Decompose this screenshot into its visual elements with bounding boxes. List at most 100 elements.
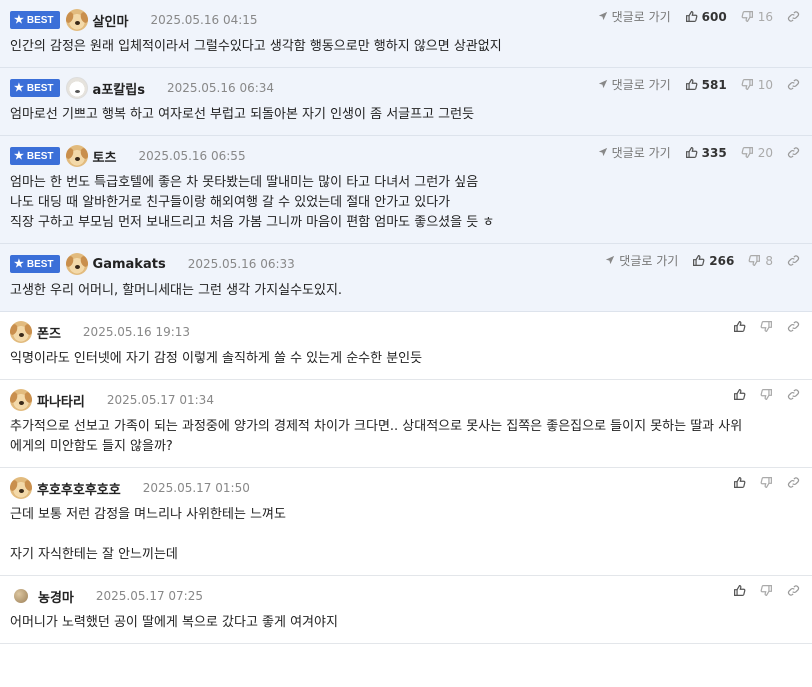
comment-text-line: 자기 자식한테는 잘 안느끼는데 (10, 547, 178, 562)
downvote-button[interactable]: 10 (741, 78, 773, 92)
upvote-button[interactable] (733, 388, 746, 401)
downvote-button[interactable]: 8 (748, 254, 773, 268)
comment-text-line: 익명이라도 인터넷에 자기 감정 이렇게 솔직하게 쓸 수 있는게 순수한 분인… (10, 351, 423, 366)
best-badge-label: BEST (26, 150, 54, 162)
comment-text-line: 추가적으로 선보고 가족이 되는 과정중에 양가의 경제적 차이가 크다면.. … (10, 419, 743, 434)
avatar[interactable] (10, 389, 32, 411)
comment-body: 엄마는 한 번도 특급호텔에 좋은 차 못타봤는데 딸내미는 많이 타고 다녀서… (10, 173, 802, 233)
thumbs-down-icon (760, 320, 773, 333)
best-badge: ★ BEST (10, 147, 60, 165)
comment-timestamp: 2025.05.16 06:33 (187, 257, 295, 271)
thumbs-up-icon (685, 146, 698, 159)
comment-body: 인간의 감정은 원래 입체적이라서 그럴수있다고 생각함 행동으로만 행하지 않… (10, 37, 802, 57)
comment-text-line (10, 525, 802, 545)
upvote-count: 600 (701, 9, 727, 24)
comment-timestamp: 2025.05.16 04:15 (150, 13, 258, 27)
comment-actions: 댓글로 가기 335 20 (598, 144, 800, 161)
upvote-button[interactable] (733, 584, 746, 597)
author-nickname[interactable]: 파나타리 (37, 391, 85, 410)
avatar[interactable] (65, 77, 88, 99)
avatar[interactable] (10, 321, 32, 343)
author-nickname[interactable]: 살인마 (93, 11, 129, 30)
go-to-reply-label: 댓글로 가기 (611, 78, 671, 92)
comment-body: 추가적으로 선보고 가족이 되는 과정중에 양가의 경제적 차이가 크다면.. … (10, 417, 802, 457)
avatar[interactable] (10, 477, 32, 499)
comment-text-line: 나도 대딩 때 알바한거로 친구들이랑 해외여행 갈 수 있었는데 절대 안가고… (10, 195, 451, 210)
comment-text-line: 고생한 우리 어머니, 할머니세대는 그런 생각 가지실수도있지. (10, 283, 343, 298)
comment-body: 고생한 우리 어머니, 할머니세대는 그런 생각 가지실수도있지. (10, 281, 802, 301)
best-badge: ★ BEST (10, 11, 60, 29)
comment-actions (733, 320, 800, 333)
downvote-button[interactable]: 16 (741, 10, 773, 24)
comment-header: 후호후호후호호 2025.05.17 01:50 (10, 477, 802, 499)
avatar[interactable] (65, 145, 88, 167)
comment-actions (733, 584, 800, 597)
avatar-nose (19, 401, 24, 405)
link-icon[interactable] (787, 320, 800, 333)
downvote-button[interactable] (760, 476, 773, 489)
avatar-nose (19, 333, 24, 337)
downvote-count: 16 (757, 9, 773, 24)
thumbs-down-icon (760, 388, 773, 401)
downvote-count: 20 (757, 145, 773, 160)
downvote-button[interactable] (760, 584, 773, 597)
comment-item: ★ BEST 토츠 2025.05.16 06:55 댓글로 가기 335 20 엄마는 한 … (0, 136, 812, 244)
link-icon[interactable] (787, 254, 800, 267)
comment-body: 근데 보통 저런 감정을 며느리나 사위한테는 느껴도 자기 자식한테는 잘 안느… (10, 505, 802, 565)
star-icon: ★ (14, 13, 24, 26)
comment-text-line: 엄마로선 기쁘고 행복 하고 여자로선 부럽고 되돌아본 자기 인생이 좀 서글… (10, 107, 475, 122)
downvote-count: 8 (765, 253, 773, 268)
downvote-button[interactable] (760, 320, 773, 333)
author-nickname[interactable]: 폰즈 (37, 323, 61, 342)
avatar-nose (74, 21, 80, 25)
link-icon[interactable] (787, 584, 800, 597)
comment-timestamp: 2025.05.16 19:13 (82, 325, 191, 339)
avatar[interactable] (14, 589, 28, 603)
upvote-count: 335 (701, 145, 727, 160)
go-to-reply-link[interactable]: 댓글로 가기 (598, 76, 671, 93)
send-arrow-icon (598, 78, 608, 92)
avatar-nose (74, 90, 80, 93)
downvote-button[interactable]: 20 (741, 146, 773, 160)
comment-text-line: 어머니가 노력했던 공이 딸에게 복으로 갔다고 좋게 여겨야지 (10, 615, 338, 630)
author-nickname[interactable]: 후호후호후호호 (37, 479, 121, 498)
link-icon[interactable] (787, 146, 800, 159)
go-to-reply-link[interactable]: 댓글로 가기 (598, 144, 671, 161)
best-badge-label: BEST (26, 82, 54, 94)
downvote-button[interactable] (760, 388, 773, 401)
thumbs-up-icon (733, 388, 746, 401)
comment-item: ★ BEST 살인마 2025.05.16 04:15 댓글로 가기 600 16 인간의 감… (0, 0, 812, 68)
thumbs-up-icon (692, 254, 705, 267)
upvote-button[interactable]: 266 (692, 254, 734, 268)
author-nickname[interactable]: 농경마 (38, 587, 74, 606)
go-to-reply-label: 댓글로 가기 (611, 10, 671, 24)
avatar-nose (74, 265, 80, 269)
star-icon: ★ (14, 81, 24, 94)
upvote-button[interactable]: 581 (685, 78, 727, 92)
upvote-button[interactable] (733, 476, 746, 489)
thumbs-up-icon (733, 584, 746, 597)
author-nickname[interactable]: Gamakats (93, 257, 166, 272)
upvote-button[interactable]: 335 (685, 146, 727, 160)
avatar[interactable] (65, 253, 88, 275)
link-icon[interactable] (787, 10, 800, 23)
upvote-button[interactable]: 600 (685, 10, 727, 24)
link-icon[interactable] (787, 388, 800, 401)
comment-item: 폰즈 2025.05.16 19:13 익명이라도 인터넷에 자기 감정 이렇게 솔… (0, 312, 812, 380)
link-icon[interactable] (787, 78, 800, 91)
author-nickname[interactable]: a포칼립s (93, 79, 145, 98)
link-icon[interactable] (787, 476, 800, 489)
author-nickname[interactable]: 토츠 (93, 147, 117, 166)
go-to-reply-link[interactable]: 댓글로 가기 (605, 252, 678, 269)
comment-item: ★ BEST a포칼립s 2025.05.16 06:34 댓글로 가기 581 10 엄마로… (0, 68, 812, 136)
comment-actions: 댓글로 가기 266 8 (605, 252, 800, 269)
upvote-button[interactable] (733, 320, 746, 333)
thumbs-down-icon (748, 254, 761, 267)
comment-text-line: 인간의 감정은 원래 입체적이라서 그럴수있다고 생각함 행동으로만 행하지 않… (10, 39, 502, 54)
comment-timestamp: 2025.05.17 07:25 (95, 589, 203, 603)
go-to-reply-link[interactable]: 댓글로 가기 (598, 8, 671, 25)
avatar[interactable] (65, 9, 88, 31)
comment-item: 후호후호후호호 2025.05.17 01:50 근데 보통 저런 감정을 며느리나… (0, 468, 812, 576)
comment-header: 농경마 2025.05.17 07:25 (10, 585, 802, 607)
avatar-nose (74, 157, 80, 161)
